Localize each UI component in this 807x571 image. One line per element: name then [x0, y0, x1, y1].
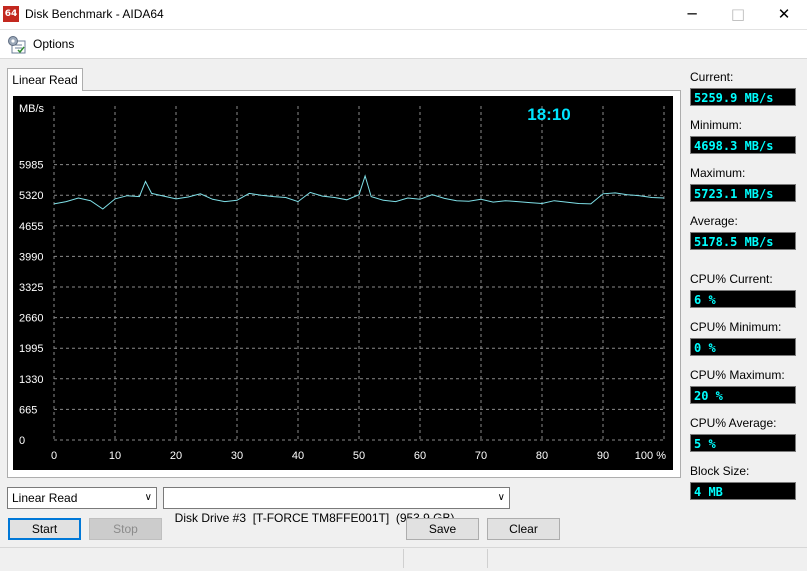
- cpu-maximum-value: 20 %: [690, 386, 796, 404]
- y-tick-label: 3990: [19, 251, 43, 263]
- cpu-minimum-value: 0 %: [690, 338, 796, 356]
- x-tick-label: 10: [109, 450, 121, 462]
- y-tick-label: 5320: [19, 190, 43, 202]
- y-tick-label: 1330: [19, 374, 43, 386]
- block-size-label: Block Size:: [690, 464, 750, 478]
- x-tick-label: 40: [292, 450, 304, 462]
- minimum-label: Minimum:: [690, 118, 743, 132]
- x-tick-label: 60: [414, 450, 426, 462]
- clear-button[interactable]: Clear: [487, 518, 560, 540]
- close-icon[interactable]: ✕: [761, 0, 807, 29]
- chevron-down-icon: ∨: [497, 492, 505, 503]
- elapsed-timer: 18:10: [527, 105, 570, 124]
- maximum-label: Maximum:: [690, 166, 746, 180]
- x-tick-label: 30: [231, 450, 243, 462]
- x-tick-label: 0: [51, 450, 57, 462]
- status-divider: [403, 549, 404, 568]
- test-type-select[interactable]: Linear Read ∨: [7, 487, 157, 509]
- average-label: Average:: [690, 214, 738, 228]
- x-tick-label: 90: [597, 450, 609, 462]
- x-tick-label: 80: [536, 450, 548, 462]
- y-tick-label: 3325: [19, 282, 43, 294]
- x-tick-label: 100 %: [635, 450, 666, 462]
- cpu-minimum-label: CPU% Minimum:: [690, 320, 782, 334]
- test-type-value: Linear Read: [12, 491, 78, 505]
- current-value: 5259.9 MB/s: [690, 88, 796, 106]
- maximize-icon[interactable]: □: [715, 0, 761, 29]
- benchmark-chart: 5985 5320 4655 3990 3325 2660 1995 1330 665 0 0 10…: [13, 96, 673, 470]
- drive-select[interactable]: Disk Drive #3 [T-FORCE TM8FFE001T] (953.…: [163, 487, 510, 525]
- minimum-value: 4698.3 MB/s: [690, 136, 796, 154]
- average-value: 5178.5 MB/s: [690, 232, 796, 250]
- y-tick-label: 4655: [19, 221, 43, 233]
- cpu-average-label: CPU% Average:: [690, 416, 777, 430]
- options-icon[interactable]: [7, 35, 27, 55]
- chevron-down-icon: ∨: [144, 492, 152, 503]
- maximum-value: 5723.1 MB/s: [690, 184, 796, 202]
- x-tick-label: 50: [353, 450, 365, 462]
- x-tick-label: 20: [170, 450, 182, 462]
- status-divider: [487, 549, 488, 568]
- cpu-current-value: 6 %: [690, 290, 796, 308]
- x-tick-label: 70: [475, 450, 487, 462]
- cpu-current-label: CPU% Current:: [690, 272, 773, 286]
- start-button[interactable]: Start: [8, 518, 81, 540]
- y-axis-label: MB/s: [19, 103, 45, 115]
- current-label: Current:: [690, 70, 734, 84]
- tab-label: Linear Read: [12, 73, 78, 87]
- tab-linear-read[interactable]: Linear Read: [7, 68, 83, 91]
- aida64-app-icon: 64: [3, 6, 19, 22]
- menu-bar: [0, 30, 807, 59]
- y-tick-label: 5985: [19, 160, 43, 172]
- cpu-maximum-label: CPU% Maximum:: [690, 368, 785, 382]
- y-tick-label: 665: [19, 404, 37, 416]
- minimize-icon[interactable]: ─: [669, 0, 715, 29]
- save-button[interactable]: Save: [406, 518, 479, 540]
- block-size-value: 4 MB: [690, 482, 796, 500]
- window-title: Disk Benchmark - AIDA64: [25, 7, 164, 21]
- y-tick-label: 2660: [19, 313, 43, 325]
- y-tick-label: 1995: [19, 343, 43, 355]
- stop-button[interactable]: Stop: [89, 518, 162, 540]
- cpu-average-value: 5 %: [690, 434, 796, 452]
- options-menu[interactable]: Options: [33, 37, 74, 51]
- y-tick-label: 0: [19, 435, 25, 447]
